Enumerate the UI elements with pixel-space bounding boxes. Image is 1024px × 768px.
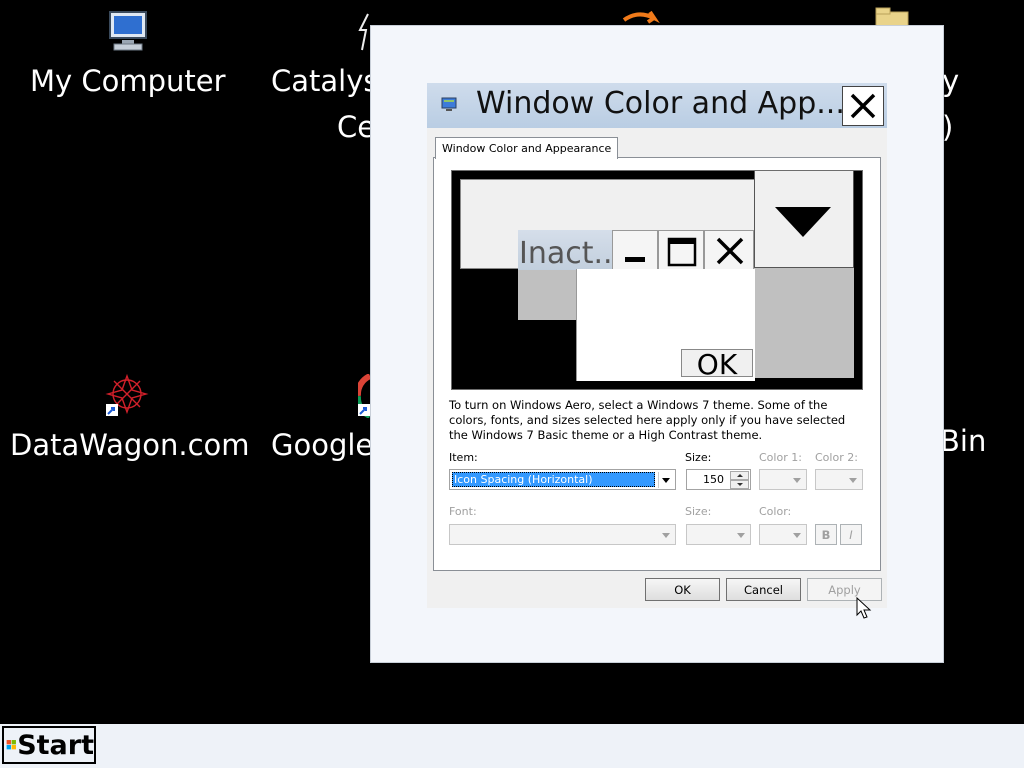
color1-label: Color 1: xyxy=(759,451,802,464)
catalyst-icon xyxy=(358,13,369,51)
item-dropdown[interactable]: Icon Spacing (Horizontal) xyxy=(449,469,676,490)
chevron-down-icon xyxy=(849,477,857,483)
spin-down-button[interactable] xyxy=(730,480,749,489)
color1-picker[interactable] xyxy=(759,469,807,490)
preview-ok-button: OK xyxy=(681,349,753,377)
desktop-icon-google[interactable]: Google xyxy=(270,372,374,472)
help-text: To turn on Windows Aero, select a Window… xyxy=(449,398,846,442)
font-dropdown-arrow xyxy=(659,527,673,543)
start-label: Start xyxy=(17,729,94,761)
font-size-label: Size: xyxy=(685,505,712,518)
bold-button[interactable]: B xyxy=(815,524,837,545)
font-label: Font: xyxy=(449,505,477,518)
close-icon xyxy=(716,237,744,265)
dropdown-arrow-icon xyxy=(775,207,831,237)
windows-logo-icon xyxy=(6,740,16,750)
preview-scroll-panel xyxy=(754,171,854,268)
item-selected-value: Icon Spacing (Horizontal) xyxy=(452,472,655,487)
desktop-icon-label: Catalys xyxy=(271,64,379,98)
color1-arrow xyxy=(790,472,804,488)
dialog-title: Window Color and App... xyxy=(476,86,845,121)
font-dropdown[interactable] xyxy=(449,524,676,545)
desktop-icon-recycle-bin[interactable]: Bin xyxy=(940,420,1000,480)
font-color-arrow xyxy=(790,527,804,543)
desktop-icon-label: Bin xyxy=(940,424,987,458)
desktop-icon-label: DataWagon.com xyxy=(10,428,250,462)
preview-scrollbar xyxy=(754,268,854,378)
mouse-cursor-icon xyxy=(856,597,872,619)
cancel-button[interactable]: Cancel xyxy=(726,578,801,601)
desktop-icon-catalyst[interactable]: Catalys Ce xyxy=(270,8,379,148)
color2-arrow xyxy=(846,472,860,488)
size-spinner[interactable]: 150 xyxy=(686,469,751,490)
maximize-icon xyxy=(667,237,697,267)
italic-button[interactable]: I xyxy=(840,524,862,545)
ok-button[interactable]: OK xyxy=(645,578,720,601)
spin-down-icon xyxy=(736,483,743,486)
shortcut-icon xyxy=(622,10,660,24)
preview-inactive-title-bar: Inact... xyxy=(518,230,754,271)
spin-up-button[interactable] xyxy=(730,471,749,480)
chevron-down-icon xyxy=(737,532,745,538)
close-button[interactable] xyxy=(842,86,884,126)
size-label: Size: xyxy=(685,451,712,464)
datawagon-icon xyxy=(105,373,149,416)
preview-inactive-title: Inact... xyxy=(519,236,623,271)
preview-close-button xyxy=(704,230,754,270)
display-settings-icon xyxy=(441,97,457,111)
title-bar[interactable]: Window Color and App... xyxy=(427,83,887,128)
chevron-down-icon xyxy=(793,477,801,483)
chevron-down-icon xyxy=(662,477,670,483)
appearance-preview[interactable]: Inact... OK xyxy=(451,170,863,390)
preview-ok-label: OK xyxy=(696,349,738,377)
size-value: 150 xyxy=(703,473,724,486)
font-color-picker[interactable] xyxy=(759,524,807,545)
desktop-icon-label: My Computer xyxy=(30,64,226,98)
color2-picker[interactable] xyxy=(815,469,863,490)
start-button[interactable]: Start xyxy=(2,726,96,764)
item-dropdown-arrow[interactable] xyxy=(658,472,673,488)
desktop-icon-datawagon[interactable]: DataWagon.com xyxy=(8,372,250,472)
desktop-icon-label: y xyxy=(942,64,960,98)
preview-maximize-button xyxy=(658,230,704,270)
computer-icon xyxy=(109,11,147,51)
window-color-dialog: Window Color and App... Window Color and… xyxy=(427,83,887,608)
tab-window-color-appearance[interactable]: Window Color and Appearance xyxy=(435,137,619,159)
desktop-icon-label: Google xyxy=(271,428,374,462)
close-icon xyxy=(850,93,876,119)
chevron-down-icon xyxy=(662,532,670,538)
spin-up-icon xyxy=(736,474,743,477)
color2-label: Color 2: xyxy=(815,451,858,464)
font-color-label: Color: xyxy=(759,505,792,518)
preview-minimize-button xyxy=(612,230,658,270)
font-size-arrow xyxy=(734,527,748,543)
font-size-dropdown[interactable] xyxy=(686,524,751,545)
taskbar: Start xyxy=(0,724,1024,768)
item-label: Item: xyxy=(449,451,478,464)
chevron-down-icon xyxy=(793,532,801,538)
google-chrome-icon xyxy=(358,374,370,418)
item-value-text: Icon Spacing (Horizontal) xyxy=(454,473,593,486)
desktop-icon-my-computer[interactable]: My Computer xyxy=(28,8,228,108)
minimize-icon xyxy=(625,257,645,262)
preview-message-box: OK xyxy=(576,269,755,381)
